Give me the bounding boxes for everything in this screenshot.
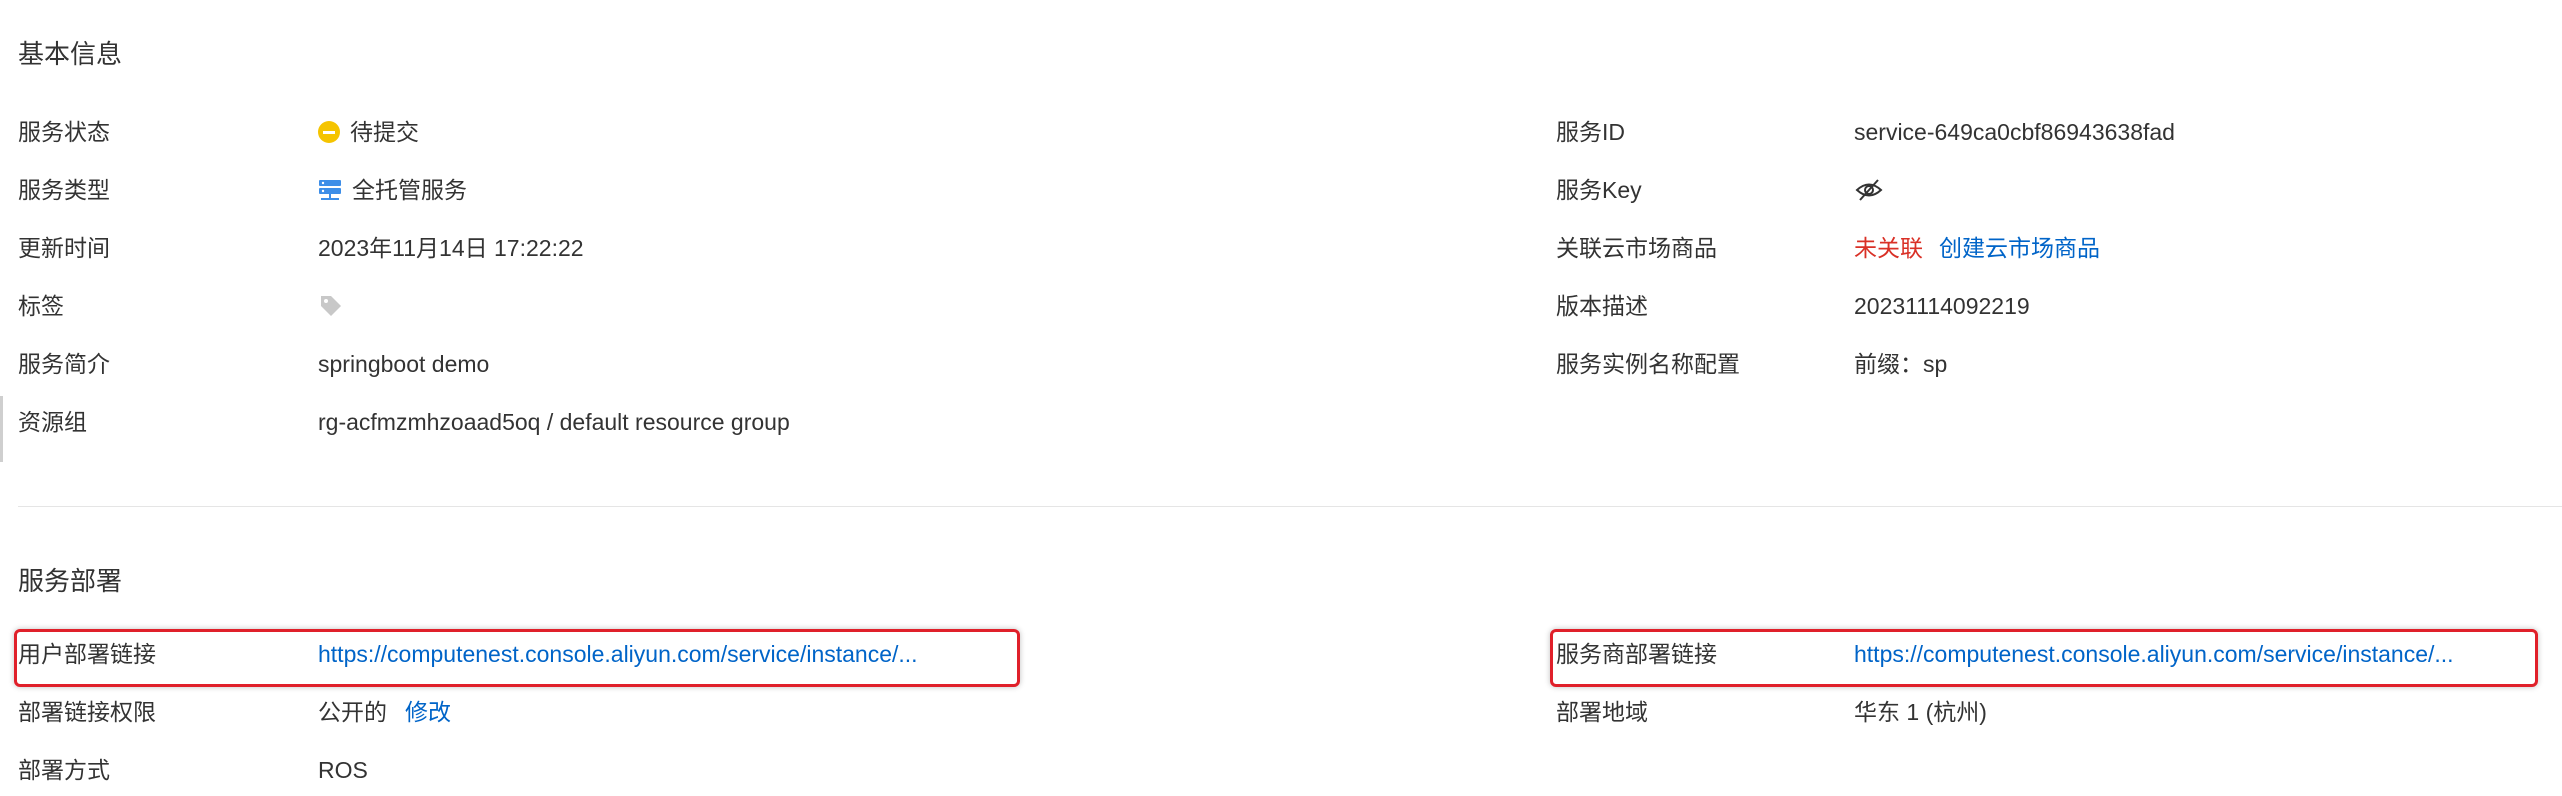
service-type-text: 全托管服务 (352, 177, 467, 203)
label-service-key: 服务Key (1556, 177, 1642, 203)
value-tags[interactable] (318, 286, 354, 326)
value-deploy-method: ROS (318, 757, 368, 783)
provider-deploy-link[interactable]: https://computenest.console.aliyun.com/s… (1854, 634, 2454, 674)
label-resource-group: 资源组 (18, 409, 87, 435)
value-service-type: 全托管服务 (318, 170, 467, 210)
value-link-permission: 公开的 修改 (318, 692, 451, 732)
section-title-deployment: 服务部署 (18, 566, 123, 596)
left-edge-tab[interactable] (0, 396, 3, 462)
label-update-time: 更新时间 (18, 235, 110, 261)
label-version-desc: 版本描述 (1556, 293, 1648, 319)
eye-hidden-icon[interactable] (1854, 177, 1884, 203)
label-tags: 标签 (18, 293, 64, 319)
label-link-permission: 部署链接权限 (18, 699, 156, 725)
server-icon (318, 178, 342, 202)
value-deploy-region: 华东 1 (杭州) (1854, 699, 1987, 725)
label-provider-deploy-link: 服务商部署链接 (1556, 641, 1717, 667)
tag-icon[interactable] (318, 293, 344, 319)
unlinked-status: 未关联 (1854, 235, 1923, 261)
section-title-basic-info: 基本信息 (18, 39, 123, 69)
permission-text: 公开的 (318, 699, 387, 725)
label-deploy-region: 部署地域 (1556, 699, 1648, 725)
status-text: 待提交 (350, 119, 419, 145)
value-marketplace-product: 未关联 创建云市场商品 (1854, 228, 2100, 268)
value-service-summary: springboot demo (318, 351, 490, 377)
pending-status-icon (318, 121, 340, 143)
modify-permission-link[interactable]: 修改 (405, 692, 451, 732)
value-instance-name-config: 前缀：sp (1854, 351, 1948, 377)
create-marketplace-product-link[interactable]: 创建云市场商品 (1939, 228, 2100, 268)
user-deploy-link[interactable]: https://computenest.console.aliyun.com/s… (318, 634, 918, 674)
label-marketplace-product: 关联云市场商品 (1556, 235, 1717, 261)
value-resource-group: rg-acfmzmhzoaad5oq / default resource gr… (318, 409, 790, 435)
label-user-deploy-link: 用户部署链接 (18, 641, 156, 667)
section-divider (18, 506, 2562, 507)
value-version-desc: 20231114092219 (1854, 293, 2030, 319)
value-service-status: 待提交 (318, 112, 419, 152)
label-service-id: 服务ID (1556, 119, 1625, 145)
value-service-key[interactable] (1854, 170, 1894, 210)
label-service-summary: 服务简介 (18, 351, 110, 377)
value-service-id: service-649ca0cbf86943638fad (1854, 119, 2175, 145)
label-instance-name-config: 服务实例名称配置 (1556, 351, 1740, 377)
label-deploy-method: 部署方式 (18, 757, 110, 783)
value-update-time: 2023年11月14日 17:22:22 (318, 235, 584, 261)
label-service-type: 服务类型 (18, 177, 110, 203)
label-service-status: 服务状态 (18, 119, 110, 145)
